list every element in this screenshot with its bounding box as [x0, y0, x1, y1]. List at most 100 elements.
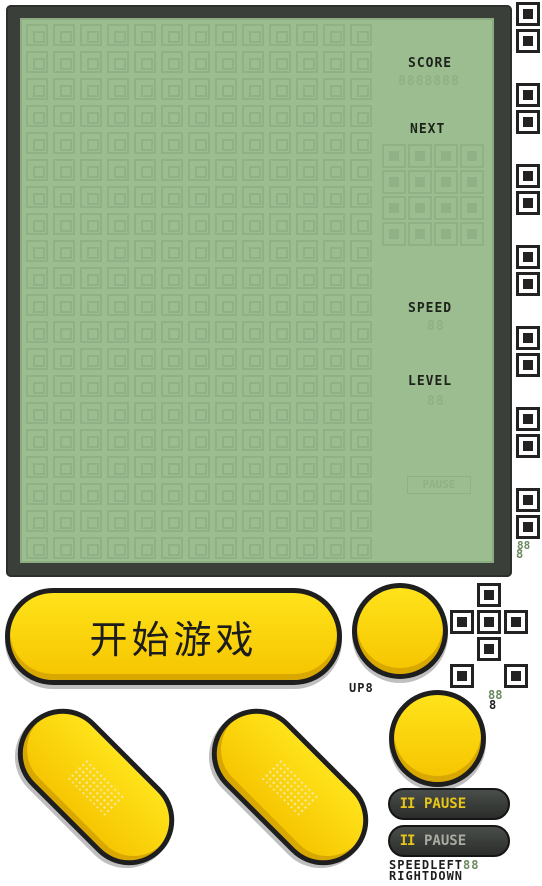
playfield-cell: [215, 213, 237, 235]
playfield-cell: [26, 186, 48, 208]
playfield-cell: [242, 240, 264, 262]
right-button[interactable]: [193, 690, 387, 884]
level-label: LEVEL: [408, 374, 453, 389]
playfield-cell: [107, 375, 129, 397]
playfield-cell: [242, 429, 264, 451]
brick-icon: [516, 83, 540, 107]
playfield-cell: [80, 240, 102, 262]
playfield-cell: [53, 456, 75, 478]
next-preview-cell: [408, 222, 432, 246]
next-preview-cell: [382, 144, 406, 168]
playfield-cell: [350, 267, 372, 289]
speed-label: SPEED: [408, 301, 453, 316]
playfield-cell: [350, 132, 372, 154]
playfield-cell: [107, 294, 129, 316]
playfield-cell: [296, 159, 318, 181]
pause-icon: II: [399, 796, 416, 812]
playfield-cell: [53, 294, 75, 316]
start-game-button[interactable]: 开始游戏: [5, 588, 342, 685]
playfield-cell: [26, 321, 48, 343]
score-label: SCORE: [408, 56, 453, 71]
playfield-cell: [350, 321, 372, 343]
brick-icon: [516, 245, 540, 269]
playfield-cell: [188, 537, 210, 559]
up-button[interactable]: [352, 583, 448, 679]
playfield-cell: [26, 537, 48, 559]
playfield-cell: [242, 483, 264, 505]
pause-button[interactable]: II PAUSE: [388, 788, 510, 820]
playfield-cell: [80, 294, 102, 316]
playfield-cell: [107, 51, 129, 73]
playfield-cell: [242, 51, 264, 73]
playfield-cell: [26, 240, 48, 262]
playfield-cell: [269, 159, 291, 181]
playfield-cell: [26, 159, 48, 181]
playfield-cell: [26, 267, 48, 289]
next-preview-cell: [434, 170, 458, 194]
pause-indicator: PAUSE: [407, 476, 471, 494]
playfield-cell: [242, 78, 264, 100]
brick-icon: [516, 407, 540, 431]
playfield-cell: [80, 24, 102, 46]
playfield-cell: [107, 267, 129, 289]
playfield-cell: [323, 51, 345, 73]
brick-icon: [450, 664, 474, 688]
playfield-cell: [296, 537, 318, 559]
playfield-cell: [188, 429, 210, 451]
playfield-cell: [350, 510, 372, 532]
playfield-cell: [26, 105, 48, 127]
playfield-cell: [350, 483, 372, 505]
playfield-cell: [215, 24, 237, 46]
brick-icon: [504, 610, 528, 634]
playfield-cell: [350, 348, 372, 370]
playfield-cell: [215, 429, 237, 451]
playfield-cell: [323, 429, 345, 451]
brick-icon: [477, 610, 501, 634]
playfield-cell: [188, 186, 210, 208]
playfield-cell: [215, 321, 237, 343]
playfield-cell: [53, 321, 75, 343]
playfield-cell: [296, 375, 318, 397]
playfield-cell: [26, 51, 48, 73]
playfield-cell: [107, 78, 129, 100]
playfield-cell: [242, 321, 264, 343]
playfield-cell: [26, 402, 48, 424]
playfield-cell: [53, 267, 75, 289]
playfield-cell: [107, 321, 129, 343]
playfield-cell: [296, 240, 318, 262]
playfield-cell: [53, 240, 75, 262]
playfield-cell: [134, 240, 156, 262]
pause-button-secondary[interactable]: II PAUSE: [388, 825, 510, 857]
next-preview-cell: [382, 170, 406, 194]
grip-texture: [261, 758, 319, 816]
playfield-cell: [215, 105, 237, 127]
playfield-cell: [161, 240, 183, 262]
brick-icon: [516, 2, 540, 26]
playfield-cell: [134, 78, 156, 100]
playfield-cell: [161, 213, 183, 235]
playfield-cell: [26, 456, 48, 478]
playfield-cell: [161, 321, 183, 343]
left-button[interactable]: [0, 690, 193, 884]
next-preview-cell: [460, 144, 484, 168]
playfield-cell: [134, 429, 156, 451]
playfield-cell: [323, 186, 345, 208]
brick-icon: [504, 664, 528, 688]
playfield-cell: [242, 348, 264, 370]
playfield-cell: [269, 51, 291, 73]
rotate-button[interactable]: [389, 690, 486, 787]
playfield-cell: [350, 537, 372, 559]
right-down-label: RIGHTDOWN: [389, 869, 464, 883]
playfield-cell: [350, 402, 372, 424]
brick-icon: [477, 637, 501, 661]
playfield-cell: [26, 132, 48, 154]
playfield-cell: [323, 240, 345, 262]
playfield-cell: [296, 510, 318, 532]
playfield-cell: [323, 159, 345, 181]
playfield-cell: [350, 51, 372, 73]
playfield-cell: [269, 240, 291, 262]
playfield-cell: [53, 348, 75, 370]
playfield-cell: [80, 78, 102, 100]
playfield-cell: [107, 348, 129, 370]
playfield-cell: [242, 537, 264, 559]
